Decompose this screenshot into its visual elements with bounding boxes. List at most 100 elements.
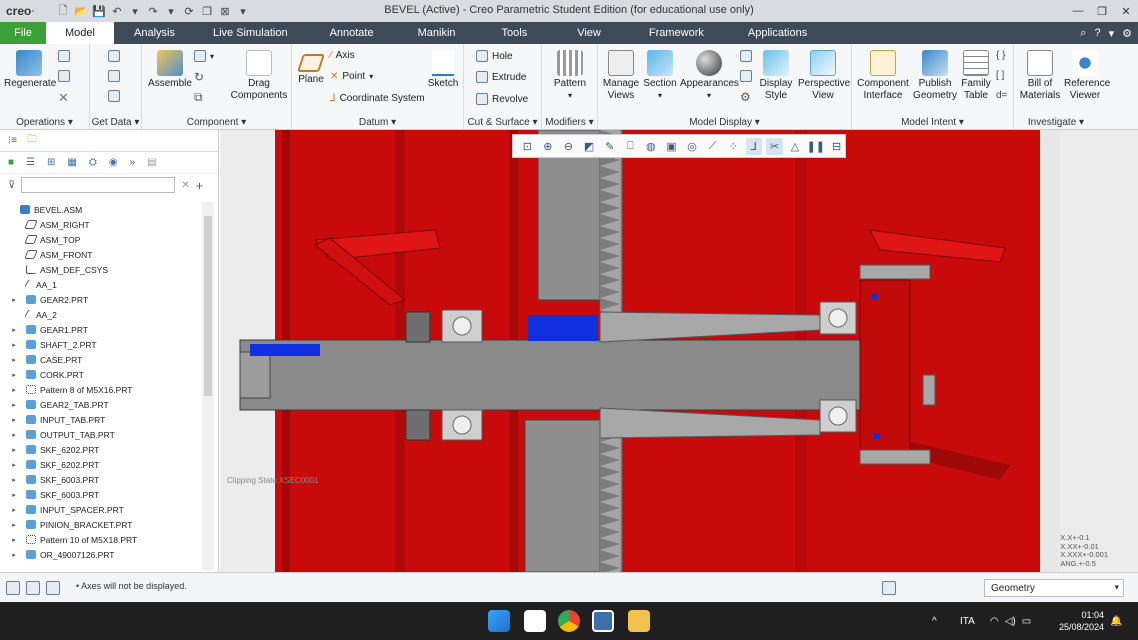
filter-icon[interactable]: ⊽ [8,180,15,191]
component-label[interactable]: Component ▾ [142,117,291,128]
manage-views-button[interactable]: Manage Views [602,50,640,102]
family-table-button[interactable]: Family Table [958,50,994,102]
expand-toggle-icon[interactable]: ▸ [8,461,20,469]
spin-center-icon[interactable]: ⊟ [828,138,845,155]
plane-button[interactable]: Plane [294,50,328,86]
csys-display-icon[interactable]: ⅃ [745,137,763,155]
tree-item[interactable]: ASM_DEF_CSYS [0,262,202,277]
tab-manikin[interactable]: Manikin [398,22,476,44]
graphics-viewport[interactable]: ⊡ ⊕ ⊖ ◩ ✎ ⎕ ◍ ▣ ◎ ⟋ ⁘ ⅃ ✂ △ ❚❚ ⊟ Clippin… [220,130,1138,572]
drag-components-button[interactable]: Drag Components [230,50,288,102]
windows-icon[interactable]: ❐ [200,4,214,18]
tree-item[interactable]: ▸ PINION_BRACKET.PRT [0,517,202,532]
minimize-icon[interactable]: — [1066,0,1090,22]
reference-viewer-button[interactable]: Reference Viewer [1064,50,1110,102]
expand-toggle-icon[interactable]: ▸ [8,476,20,484]
view-manager-icon[interactable]: ▣ [663,138,680,155]
undo-dropdown-icon[interactable]: ▾ [128,4,142,18]
tree-item[interactable]: ▸ INPUT_SPACER.PRT [0,502,202,517]
tree-item[interactable]: ▸ SKF_6003.PRT [0,487,202,502]
settings-icon[interactable]: ⚙ [1122,27,1132,40]
expand-toggle-icon[interactable]: ▸ [8,416,20,424]
zoom-out-icon[interactable]: ⊖ [560,138,577,155]
tree-scrollbar[interactable] [202,202,214,570]
redo-icon[interactable]: ↷ [146,4,160,18]
selection-filter-select[interactable]: Geometry ▾ [984,579,1124,597]
chrome-icon[interactable] [558,610,580,632]
tray-overflow-icon[interactable]: ^ [932,602,937,640]
pattern-button[interactable]: Pattern ▾ [548,50,592,102]
investigate-label[interactable]: Investigate ▾ [1014,117,1098,128]
copy-geometry-icon[interactable] [108,70,120,82]
zoom-in-icon[interactable]: ⊕ [540,138,557,155]
tab-analysis[interactable]: Analysis [114,22,195,44]
tree-item[interactable]: ▸ SHAFT_2.PRT [0,337,202,352]
get-data-label[interactable]: Get Data ▾ [90,117,141,128]
save-icon[interactable]: 💾 [92,4,106,18]
show-navigator-icon[interactable] [6,581,20,595]
paste-icon[interactable] [58,70,70,82]
expand-toggle-icon[interactable]: ▸ [8,386,20,394]
close-window-icon[interactable]: ⊠ [218,4,232,18]
undo-icon[interactable]: ↶ [110,4,124,18]
help-dropdown-icon[interactable]: ▾ [1109,27,1115,40]
model-display-label[interactable]: Model Display ▾ [598,117,851,128]
tree-settings-icon[interactable]: ▦ [67,157,76,168]
modifiers-label[interactable]: Modifiers ▾ [542,117,597,128]
file-explorer-icon[interactable] [628,610,650,632]
tree-item[interactable]: ▸ SKF_6202.PRT [0,457,202,472]
expand-toggle-icon[interactable]: ▸ [8,446,20,454]
axis-button[interactable]: ∕ Axis [330,50,355,61]
folder-browser-tab-icon[interactable]: 🗀 [27,132,37,149]
model-intent-label[interactable]: Model Intent ▾ [852,117,1013,128]
expand-toggle-icon[interactable]: ▸ [8,296,20,304]
new-file-icon[interactable]: 🗋 [56,4,70,18]
tree-item[interactable]: ASM_FRONT [0,247,202,262]
datum-display-icon[interactable]: ⟋ [704,138,721,155]
hole-button[interactable]: Hole [476,50,513,62]
details-icon[interactable]: ▤ [147,157,156,168]
tree-item[interactable]: ▸ GEAR1.PRT [0,322,202,337]
appearances-button[interactable]: Appearances ▾ [680,50,739,102]
tree-item[interactable]: ▸ OUTPUT_TAB.PRT [0,427,202,442]
tree-item[interactable]: ▸ Pattern 10 of M5X18.PRT [0,532,202,547]
point-button[interactable]: ✕ Point ▾ [330,71,373,82]
user-defined-feature-icon[interactable] [108,50,120,62]
tree-scrollbar-thumb[interactable] [204,216,212,396]
annotation-display-icon[interactable]: △ [787,138,804,155]
show-browser-icon[interactable] [26,581,40,595]
tree-item[interactable]: ▸ GEAR2_TAB.PRT [0,397,202,412]
wifi-icon[interactable]: ◠ [990,616,999,627]
tree-item[interactable]: AA_2 [0,307,202,322]
repaint-icon[interactable]: ◩ [581,138,598,155]
layers-icon[interactable]: ⊞ [47,157,55,168]
clear-search-icon[interactable]: ✕ [181,180,189,191]
notion-icon[interactable] [524,610,546,632]
expand-toggle-icon[interactable]: ▸ [8,491,20,499]
regenerate-button[interactable]: Regenerate [4,50,56,90]
close-icon[interactable]: ✕ [1114,0,1138,22]
full-screen-icon[interactable] [46,581,60,595]
expand-panel-icon[interactable]: » [130,157,136,168]
tab-tools[interactable]: Tools [476,22,554,44]
model-tree-icon[interactable]: ■ [8,157,14,168]
customize-qat-icon[interactable]: ▾ [236,4,250,18]
expand-toggle-icon[interactable]: ▸ [8,401,20,409]
tree-item[interactable]: ▸ INPUT_TAB.PRT [0,412,202,427]
perspective-view-button[interactable]: Perspective View [798,50,850,102]
extrude-button[interactable]: Extrude [476,71,526,83]
revolve-button[interactable]: Revolve [476,93,528,105]
command-search-icon[interactable]: ⌕ [1080,27,1086,40]
cut-surface-label[interactable]: Cut & Surface ▾ [464,117,541,128]
tab-live-simulation[interactable]: Live Simulation [195,22,306,44]
creo-taskbar-icon[interactable] [592,610,614,632]
redo-dropdown-icon[interactable]: ▾ [164,4,178,18]
expand-toggle-icon[interactable]: ▸ [8,506,20,514]
display-style-small-icon[interactable] [740,50,752,62]
component-interface-button[interactable]: Component Interface [854,50,912,102]
tree-item[interactable]: ▸ CORK.PRT [0,367,202,382]
tab-view[interactable]: View [553,22,625,44]
tab-applications[interactable]: Applications [728,22,827,44]
orient-icon[interactable]: ✎ [601,138,618,155]
expand-toggle-icon[interactable]: ▸ [8,341,20,349]
